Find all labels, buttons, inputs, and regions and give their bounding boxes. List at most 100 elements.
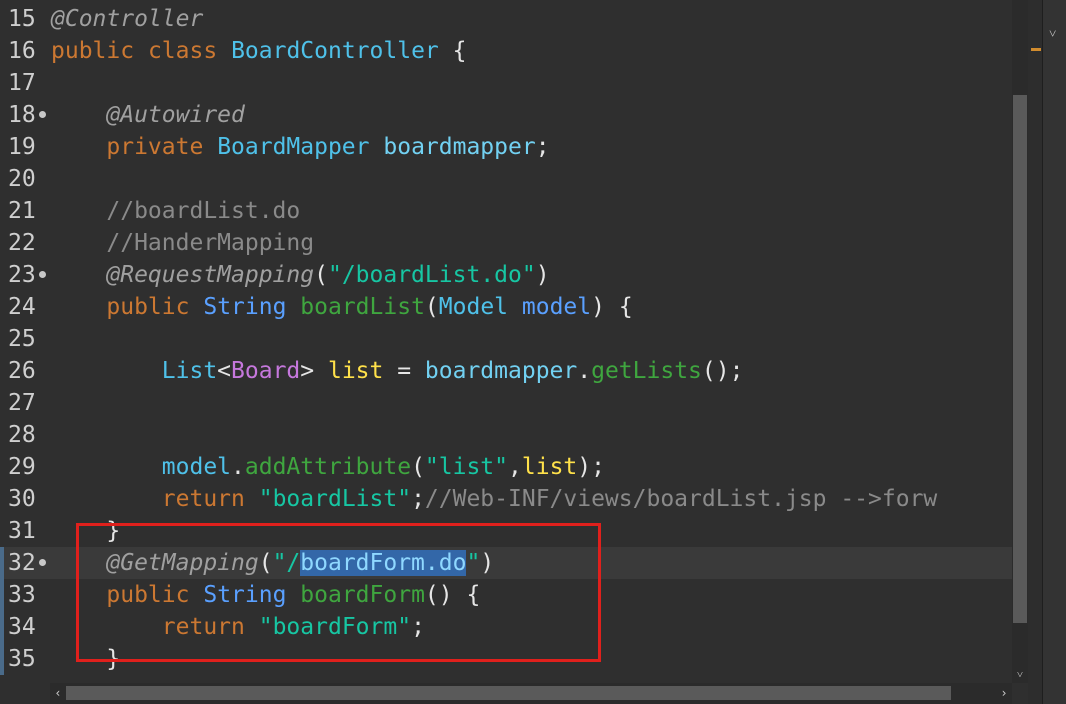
line-number: 15 [8, 6, 36, 32]
code-token: . [577, 358, 592, 384]
code-line[interactable]: 23 @RequestMapping("/boardList.do") [0, 259, 1012, 291]
fold-marker-icon[interactable] [39, 271, 46, 278]
code-text: model.addAttribute("list",list); [51, 451, 605, 483]
line-number: 22 [8, 230, 36, 256]
code-text: @RequestMapping("/boardList.do") [51, 259, 550, 291]
code-token: private [106, 134, 204, 160]
code-line[interactable]: 26 List<Board> list = boardmapper.getLis… [0, 355, 1012, 387]
code-line[interactable]: 28 [0, 419, 1012, 451]
code-text: public String boardList(Model model) { [51, 291, 632, 323]
code-token: ) [535, 262, 550, 288]
line-number: 25 [8, 326, 36, 352]
code-token: "list" [424, 454, 509, 480]
overview-ruler-marker[interactable] [1031, 48, 1041, 51]
code-token: ); [577, 454, 605, 480]
code-token: //Web-INF/views/boardList.jsp -->forw [424, 486, 938, 512]
code-token: "boardList" [258, 486, 412, 512]
code-token: BoardMapper [217, 134, 370, 160]
code-text: return "boardList";//Web-INF/views/board… [51, 483, 938, 515]
scroll-left-icon[interactable]: ‹ [50, 683, 66, 704]
code-token: ; [411, 486, 425, 512]
code-token: return [161, 486, 245, 512]
code-token: @Autowired [106, 102, 245, 128]
code-token: = [383, 358, 425, 384]
code-token: String [203, 294, 287, 320]
change-indicator-bar [0, 547, 4, 675]
code-line[interactable]: 20 [0, 163, 1012, 195]
code-line[interactable]: 15 @Controller [0, 3, 1012, 35]
scroll-down-icon[interactable]: ˅ [1012, 667, 1028, 683]
code-token: < [217, 358, 232, 384]
line-number: 20 [8, 166, 36, 192]
overview-ruler[interactable] [1028, 0, 1042, 704]
line-number: 18 [8, 102, 36, 128]
code-line[interactable]: 18 @Autowired [0, 99, 1012, 131]
line-number: 27 [8, 390, 36, 416]
code-token: list [327, 358, 384, 384]
line-number: 35 [8, 646, 36, 672]
code-token: . [231, 454, 245, 480]
fold-marker-icon[interactable] [39, 559, 46, 566]
code-line[interactable]: 17 [0, 67, 1012, 99]
scroll-right-icon[interactable]: › [996, 683, 1012, 704]
line-number: 31 [8, 518, 36, 544]
horizontal-scroll-thumb[interactable] [66, 686, 951, 700]
code-text: private BoardMapper boardmapper; [51, 131, 549, 163]
horizontal-scrollbar[interactable]: ‹ › [50, 683, 1012, 704]
scroll-up-icon[interactable] [1012, 0, 1028, 16]
line-number: 33 [8, 582, 36, 608]
line-number: 21 [8, 198, 36, 224]
line-number: 26 [8, 358, 36, 384]
code-line[interactable]: 30 return "boardList";//Web-INF/views/bo… [0, 483, 1012, 515]
code-token: list [521, 454, 578, 480]
chevron-down-icon[interactable]: ˅ [1049, 26, 1056, 42]
code-token: , [508, 454, 522, 480]
line-number: 28 [8, 422, 36, 448]
code-line[interactable]: 25 [0, 323, 1012, 355]
line-number: 17 [8, 70, 36, 96]
code-line[interactable]: 19 private BoardMapper boardmapper; [0, 131, 1012, 163]
line-number: 19 [8, 134, 36, 160]
code-line[interactable]: 16 public class BoardController { [0, 35, 1012, 67]
fold-marker-icon[interactable] [39, 111, 46, 118]
code-line[interactable]: 27 [0, 387, 1012, 419]
vertical-scrollbar[interactable]: ˅ [1012, 0, 1028, 683]
code-token: @Controller [51, 6, 204, 32]
line-number: 29 [8, 454, 36, 480]
side-panel: ˅ [1042, 0, 1066, 704]
editor-corner [0, 683, 50, 704]
code-token: ( [314, 262, 328, 288]
line-number: 23 [8, 262, 36, 288]
code-text: //HanderMapping [51, 227, 314, 259]
code-line[interactable]: 29 model.addAttribute("list",list); [0, 451, 1012, 483]
code-line[interactable]: 24 public String boardList(Model model) … [0, 291, 1012, 323]
code-token: model [521, 294, 592, 320]
line-number: 16 [8, 38, 36, 64]
code-token: "/boardList.do" [327, 262, 536, 288]
code-line[interactable]: 22 //HanderMapping [0, 227, 1012, 259]
code-token: boardmapper [424, 358, 578, 384]
vertical-scroll-thumb[interactable] [1013, 95, 1027, 623]
code-token: @RequestMapping [106, 262, 315, 288]
code-token: BoardController [231, 38, 439, 64]
code-token: (); [701, 358, 744, 384]
code-token: Model [438, 294, 509, 320]
code-token: > [300, 358, 328, 384]
code-text: @Controller [51, 3, 203, 35]
code-line[interactable]: 21 //boardList.do [0, 195, 1012, 227]
code-text: @Autowired [51, 99, 245, 131]
code-text: List<Board> list = boardmapper.getLists(… [51, 355, 744, 387]
code-token: public [106, 294, 190, 320]
code-token: { [438, 38, 467, 64]
